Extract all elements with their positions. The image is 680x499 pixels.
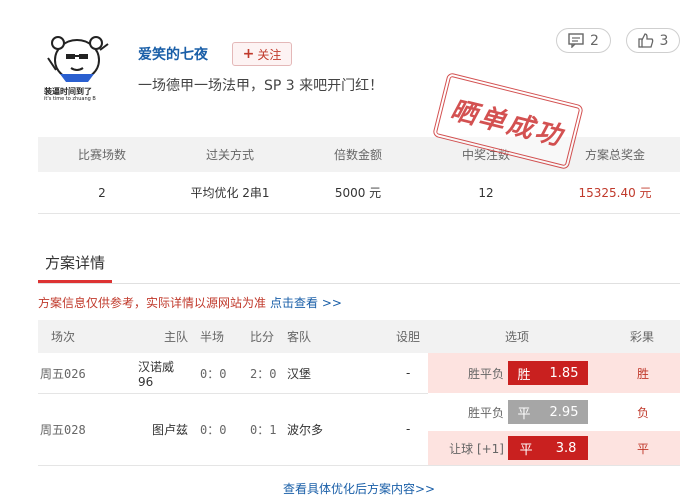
thumbs-up-icon [637, 33, 653, 48]
notice-text: 方案信息仅供参考，实际详情以源网站为准 [38, 296, 267, 310]
avatar[interactable]: 装逼时间到了 it's time to zhuang B [38, 30, 116, 104]
tab-underline [38, 283, 680, 284]
summary-row: 2 平均优化 2串1 5000 元 12 15325.40 元 [38, 172, 680, 214]
user-motto: 一场德甲一场法甲，SP 3 来吧开门红！ [138, 78, 384, 94]
notice-link[interactable]: 点击查看 >> [270, 296, 342, 310]
detail-header: 场次 主队 半场 比分 客队 设胆 选项 彩果 [38, 320, 680, 353]
follow-button[interactable]: + 关注 [232, 42, 292, 66]
match-result: 胜 [636, 366, 649, 381]
view-optimized-plan-link[interactable]: 查看具体优化后方案内容>> [283, 480, 435, 497]
pick-label: 平 [519, 442, 533, 458]
col-match-no: 场次 [51, 330, 76, 344]
comment-count: 2 [590, 32, 599, 49]
username[interactable]: 爱笑的七夜 [138, 44, 208, 64]
summary-wins: 12 [478, 185, 494, 200]
summary-parlay: 平均优化 2串1 [190, 186, 270, 200]
col-away: 客队 [287, 330, 312, 344]
match-no: 周五028 [40, 422, 86, 437]
comment-count-button[interactable]: 2 [556, 28, 611, 53]
pick-button[interactable]: 平 3.8 [508, 436, 588, 460]
summary-matches: 2 [98, 185, 106, 200]
summary-prize: 15325.40 元 [578, 186, 652, 200]
handicap: - [406, 422, 411, 436]
half-score: 0：0 [200, 422, 227, 437]
away-team: 波尔多 [287, 422, 324, 437]
col-score: 比分 [250, 330, 275, 344]
summary-header-stake: 倍数金额 [333, 148, 382, 162]
pick-odds: 2.95 [549, 404, 579, 420]
pick-label: 平 [517, 406, 531, 422]
col-options: 选项 [505, 330, 530, 344]
away-team: 汉堡 [287, 366, 312, 381]
option-label: 胜平负 [467, 366, 504, 381]
tab-plan-details[interactable]: 方案详情 [38, 252, 112, 283]
summary-header-matches: 比赛场数 [77, 148, 126, 162]
home-team: 汉诺威96 [138, 359, 175, 389]
like-count: 3 [659, 32, 669, 49]
pick-button[interactable]: 平 2.95 [508, 400, 588, 424]
summary-header: 比赛场数 过关方式 倍数金额 中奖注数 方案总奖金 [38, 137, 680, 172]
summary-header-parlay: 过关方式 [205, 148, 254, 162]
full-score: 2：0 [250, 366, 277, 381]
col-home: 主队 [164, 330, 189, 344]
option-label: 让球 [+1] [449, 441, 504, 456]
match-no: 周五026 [40, 366, 86, 381]
col-half: 半场 [200, 330, 225, 344]
follow-label: 关注 [257, 47, 282, 62]
pick-button[interactable]: 胜 1.85 [508, 361, 588, 385]
pick-odds: 1.85 [549, 365, 579, 381]
pick-odds: 3.8 [555, 440, 577, 456]
summary-stake: 5000 元 [334, 186, 382, 200]
plus-icon: + [242, 46, 255, 62]
handicap: - [406, 366, 411, 380]
col-handicap: 设胆 [396, 330, 421, 344]
avatar-caption-en: it's time to zhuang B [44, 96, 96, 102]
match-result: 平 [636, 441, 649, 456]
notice: 方案信息仅供参考，实际详情以源网站为准 点击查看 >> [38, 294, 342, 311]
row-divider [38, 465, 680, 466]
match-result: 负 [636, 405, 649, 420]
col-result: 彩果 [630, 330, 655, 344]
half-score: 0：0 [200, 366, 227, 381]
comment-icon [568, 33, 584, 48]
option-label: 胜平负 [467, 405, 504, 420]
home-team: 图卢兹 [151, 422, 188, 437]
like-count-button[interactable]: 3 [626, 28, 680, 53]
full-score: 0：1 [250, 422, 277, 437]
pick-label: 胜 [517, 367, 531, 383]
